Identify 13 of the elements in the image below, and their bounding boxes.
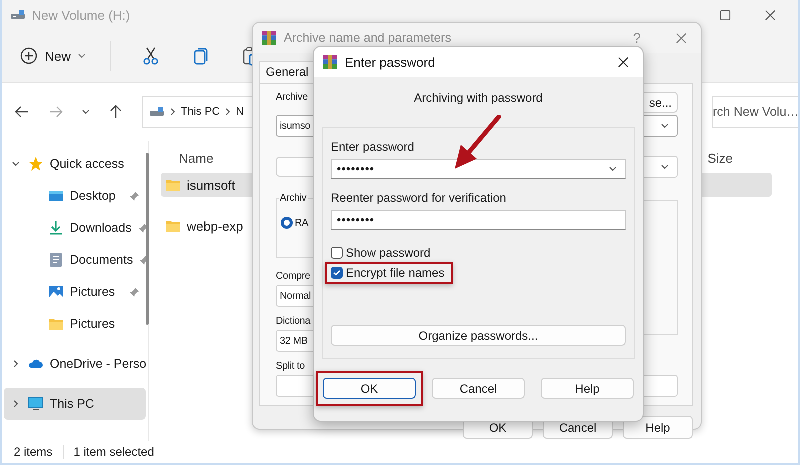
field-label: Reenter password for verification bbox=[331, 191, 508, 205]
dialog-title: Enter password bbox=[345, 54, 436, 70]
group-label: Archiv bbox=[279, 193, 308, 204]
dialog-title: Archive name and parameters bbox=[284, 31, 452, 45]
status-text: 1 item selected bbox=[74, 445, 154, 459]
dialog-heading: Archiving with password bbox=[413, 91, 544, 107]
field-label: Enter password bbox=[331, 140, 416, 154]
field-label: Compre bbox=[276, 271, 310, 282]
status-text: 2 items bbox=[14, 445, 53, 459]
field-label: Dictiona bbox=[276, 316, 311, 327]
window-title: New Volume (H:) bbox=[32, 8, 130, 22]
field-label: Split to bbox=[276, 361, 305, 372]
field-label: Archive bbox=[276, 92, 308, 103]
